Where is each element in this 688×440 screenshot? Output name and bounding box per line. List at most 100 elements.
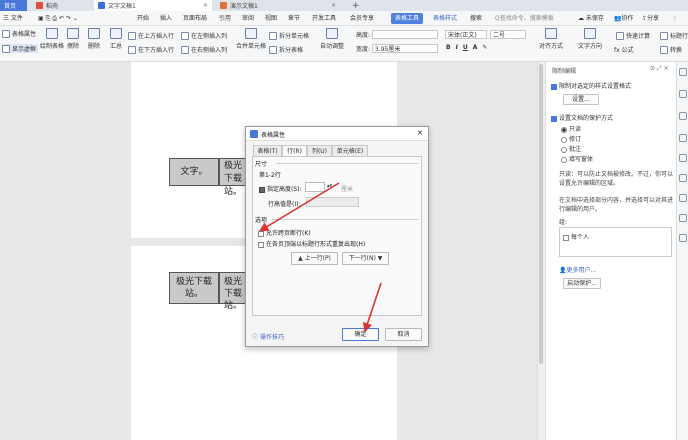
menu-file[interactable]: 三 文件 xyxy=(3,11,23,26)
clock-icon[interactable] xyxy=(679,154,687,162)
width-input[interactable]: 3.95厘米 xyxy=(372,44,439,53)
align-label: 对齐方式 xyxy=(539,43,564,50)
scrollbar-thumb[interactable] xyxy=(539,64,543,364)
cancel-button[interactable]: 取消 xyxy=(385,328,422,341)
underline-icon[interactable]: U xyxy=(463,44,468,51)
prev-row-button[interactable]: ▲ 上一行(P) xyxy=(291,252,338,265)
menu-review[interactable]: 审阅 xyxy=(242,11,254,26)
new-tab-button[interactable]: + xyxy=(348,0,364,11)
protection-checkbox[interactable]: 设置文档的保护方式 xyxy=(551,113,613,122)
tab-column[interactable]: 列(U) xyxy=(307,145,332,156)
close-icon[interactable]: ✕ xyxy=(417,129,423,137)
info-icon[interactable] xyxy=(679,194,687,202)
tab-home[interactable]: 首页 xyxy=(0,0,27,11)
menu-chapter[interactable]: 章节 xyxy=(288,11,300,26)
menu-insert[interactable]: 插入 xyxy=(160,11,172,26)
height-spin-arrows[interactable]: ▴▾ xyxy=(327,183,332,189)
quick-calc-button[interactable]: 快速计算 xyxy=(616,31,650,40)
quick-calc-label: 快速计算 xyxy=(626,33,651,40)
bold-icon[interactable]: B xyxy=(446,44,451,51)
collab-button[interactable]: 👥协作 xyxy=(614,11,634,26)
height-input[interactable] xyxy=(372,30,439,39)
ok-button[interactable]: 确定 xyxy=(342,328,379,341)
radio-readonly[interactable]: 只读 xyxy=(561,124,581,133)
menu-search[interactable]: 搜索 xyxy=(470,11,482,26)
restrict-format-checkbox[interactable]: 限制对选定的样式设置格式 xyxy=(551,81,631,90)
insert-col-right-button[interactable]: 在右侧插入列 xyxy=(181,45,227,54)
close-icon[interactable]: ✕ xyxy=(331,2,336,9)
font-size-select[interactable]: 二号 xyxy=(490,30,526,39)
menu-view[interactable]: 视图 xyxy=(265,11,277,26)
collapse-icon[interactable] xyxy=(679,68,687,76)
split-table-button[interactable]: 拆分表格 xyxy=(269,45,303,54)
next-row-button[interactable]: 下一行(N) ▼ xyxy=(342,252,389,265)
more-users-link[interactable]: 👤更多用户... xyxy=(559,265,596,274)
convert-button[interactable]: 转换 xyxy=(660,45,682,54)
tab-document[interactable]: 文字文稿1 ✕ xyxy=(94,0,212,11)
menu-layout[interactable]: 页面布局 xyxy=(183,11,207,26)
highlight-icon[interactable]: ✎ xyxy=(482,44,487,51)
table-cell[interactable]: 极光下载站。 xyxy=(219,272,247,311)
repeat-header-checkbox[interactable]: 在各页顶端以标题行形式重复出现(H) xyxy=(258,239,365,248)
format-buttons[interactable]: B I U A ✎ xyxy=(446,44,487,51)
tab-table[interactable]: 表格(T) xyxy=(253,145,282,156)
insert-row-above-button[interactable]: 在上方插入行 xyxy=(128,31,174,40)
align-button[interactable]: 对齐方式 xyxy=(539,28,563,50)
delete-button[interactable]: 删除 xyxy=(88,28,100,50)
close-icon[interactable]: ✕ xyxy=(203,2,208,9)
font-select[interactable]: 宋体(正文) xyxy=(445,30,487,39)
insert-col-left-button[interactable]: 在左侧插入列 xyxy=(181,31,227,40)
erase-button[interactable]: 擦除 xyxy=(67,28,79,50)
text-direction-button[interactable]: 文字方向 xyxy=(578,28,602,50)
height-spin-input[interactable] xyxy=(305,182,325,192)
width-field[interactable]: 宽度: 3.95厘米 xyxy=(356,44,439,53)
start-protection-button[interactable]: 启动保护... xyxy=(563,278,601,289)
table-cell[interactable]: 极光下载站。 xyxy=(169,272,219,304)
formula-button[interactable]: fx 公式 xyxy=(614,45,634,54)
menu-table-tools[interactable]: 表格工具 xyxy=(391,13,424,24)
row-height-mode-select[interactable] xyxy=(306,197,359,207)
radio-form[interactable]: 填写窗体 xyxy=(561,154,593,163)
insert-row-below-button[interactable]: 在下方插入行 xyxy=(128,45,174,54)
merge-cells-button[interactable]: 合并单元格 xyxy=(236,28,266,50)
help-icon[interactable] xyxy=(679,214,687,222)
menu-member[interactable]: 会员专享 xyxy=(350,11,374,26)
title-row-button[interactable]: 标题行 xyxy=(660,31,688,40)
menu-devtools[interactable]: 开发工具 xyxy=(312,11,336,26)
specify-height-checkbox[interactable]: 指定高度(S): xyxy=(259,184,302,193)
settings-button[interactable]: 设置... xyxy=(563,94,599,105)
command-search-input[interactable]: Q查找命令、搜索模板 xyxy=(495,11,554,26)
menu-table-style[interactable]: 表格样式 xyxy=(433,11,457,26)
everyone-checkbox[interactable]: 每个人 xyxy=(563,232,589,241)
select-icon[interactable] xyxy=(679,112,687,120)
show-gridlines-button[interactable]: 显示虚框 xyxy=(2,44,39,53)
table-properties-button[interactable]: 表格属性 xyxy=(2,29,36,38)
lock-icon[interactable] xyxy=(679,234,687,242)
quick-access-icons[interactable]: ▣ ⎘ ⎙ ↶ ↷ ⌄ xyxy=(38,11,78,26)
strike-icon[interactable]: A xyxy=(473,44,478,51)
style-icon[interactable] xyxy=(679,90,687,98)
draw-table-button[interactable]: 绘制表格 xyxy=(40,28,64,50)
shape-icon[interactable] xyxy=(679,134,687,142)
radio-revision[interactable]: 修订 xyxy=(561,134,581,143)
more-menu-icon[interactable]: ⋮ xyxy=(672,11,678,26)
menu-references[interactable]: 引用 xyxy=(219,11,231,26)
tips-link[interactable]: ⓘ 操作技巧 xyxy=(252,332,284,341)
tab-cell[interactable]: 单元格(E) xyxy=(332,145,368,156)
panel-controls[interactable]: ⊘ ⤢ ✕ xyxy=(650,65,669,73)
split-cell-button[interactable]: 拆分单元格 xyxy=(269,31,309,40)
table-cell[interactable]: 极光下载站。 xyxy=(219,158,247,197)
settings-icon[interactable] xyxy=(679,174,687,182)
checkbox-icon xyxy=(563,234,569,241)
height-field[interactable]: 高度: xyxy=(356,30,439,39)
tab-daoke[interactable]: 稻壳 xyxy=(32,0,90,11)
summary-button[interactable]: 汇总 xyxy=(110,28,122,50)
tab-presentation[interactable]: 演示文稿1 ✕ xyxy=(216,0,340,11)
auto-fit-button[interactable]: 自动调整 xyxy=(320,28,344,50)
allow-break-checkbox[interactable]: 允许跨页断行(K) xyxy=(258,228,311,237)
radio-comment[interactable]: 批注 xyxy=(561,144,581,153)
italic-icon[interactable]: I xyxy=(456,44,458,51)
menu-home[interactable]: 开始 xyxy=(137,11,149,26)
share-button[interactable]: ⇪分享 xyxy=(642,11,659,26)
table-cell[interactable]: 文字。 xyxy=(169,158,219,186)
